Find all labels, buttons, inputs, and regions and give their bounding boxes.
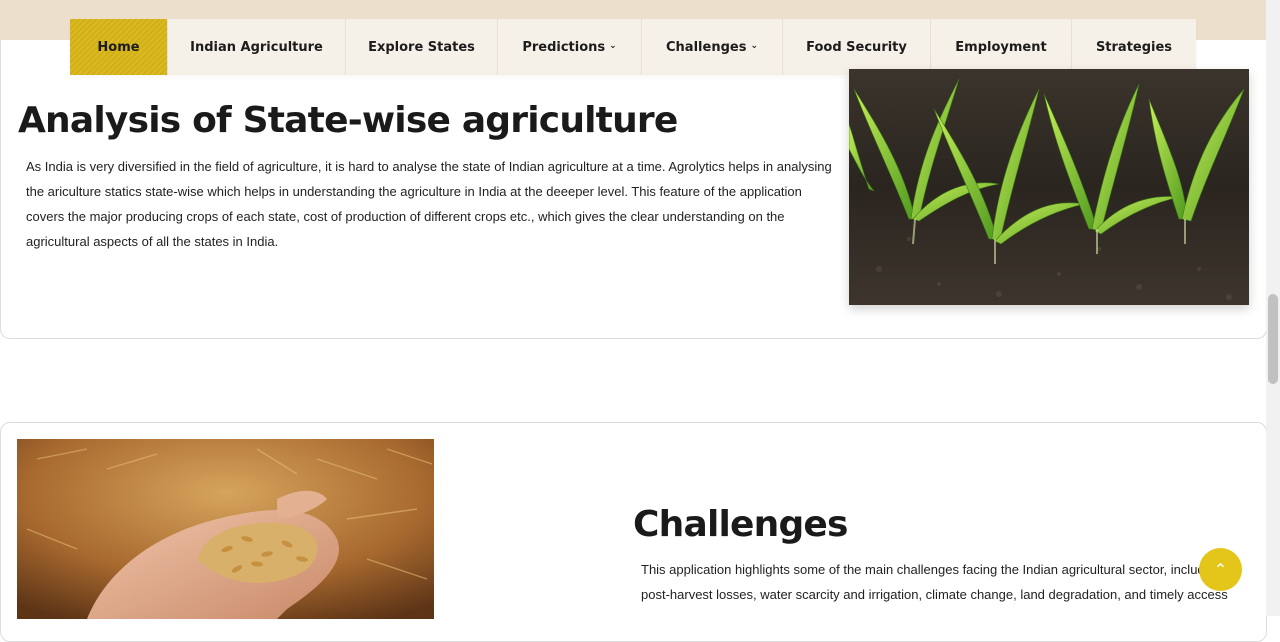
chevron-down-icon: ⌄ xyxy=(609,41,617,51)
nav-explore-states-label: Explore States xyxy=(368,39,475,55)
state-analysis-description: As India is very diversified in the fiel… xyxy=(26,159,832,249)
nav-food-security-label: Food Security xyxy=(806,39,907,55)
chevron-up-icon: ⌃ xyxy=(1213,560,1228,579)
nav-indian-agriculture[interactable]: Indian Agriculture xyxy=(168,19,346,75)
nav-home-label: Home xyxy=(97,39,140,55)
nav-home[interactable]: Home xyxy=(70,19,168,75)
nav-predictions-label: Predictions xyxy=(522,39,606,55)
nav-strategies-label: Strategies xyxy=(1095,39,1173,55)
hand-holding-rice-grains-photo xyxy=(17,439,434,619)
nav-employment[interactable]: Employment xyxy=(931,19,1072,75)
nav-challenges[interactable]: Challenges ⌄ xyxy=(642,19,783,75)
nav-employment-label: Employment xyxy=(955,39,1047,55)
challenges-title: Challenges xyxy=(633,504,848,545)
nav-indian-agriculture-label: Indian Agriculture xyxy=(190,39,323,55)
nav-explore-states[interactable]: Explore States xyxy=(346,19,498,75)
challenges-description: This application highlights some of the … xyxy=(641,562,1228,602)
back-to-top-button[interactable]: ⌃ xyxy=(1199,548,1242,591)
nav-challenges-label: Challenges xyxy=(666,39,747,55)
corn-seedlings-photo xyxy=(849,69,1249,305)
nav-food-security[interactable]: Food Security xyxy=(783,19,931,75)
main-navigation: Home Indian Agriculture Explore States P… xyxy=(70,19,1196,75)
state-analysis-title: Analysis of State-wise agriculture xyxy=(18,100,678,141)
nav-predictions[interactable]: Predictions ⌄ xyxy=(498,19,642,75)
scrollbar-thumb[interactable] xyxy=(1268,294,1278,384)
nav-strategies[interactable]: Strategies xyxy=(1072,19,1196,75)
chevron-down-icon: ⌄ xyxy=(750,41,758,51)
page-scrollbar[interactable] xyxy=(1266,0,1280,616)
